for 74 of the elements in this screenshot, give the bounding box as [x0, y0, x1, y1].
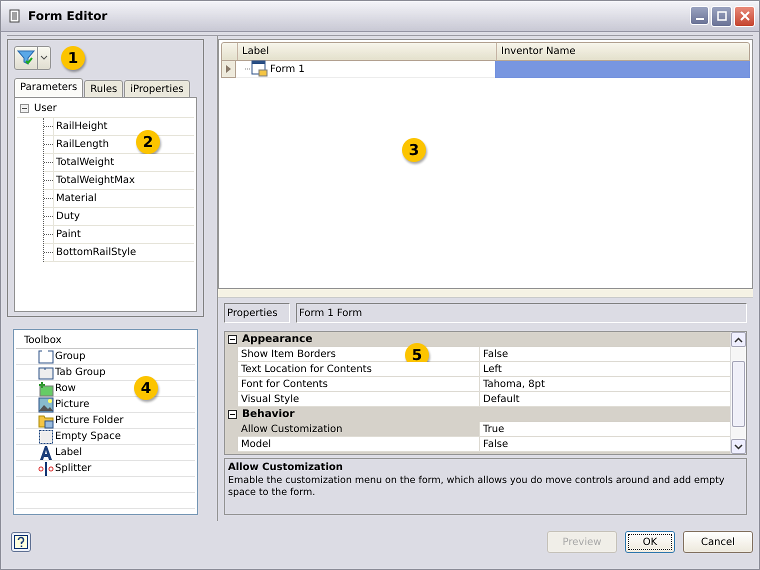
- toolbox-item[interactable]: Group: [54, 351, 86, 362]
- close-button[interactable]: [734, 6, 755, 26]
- tree-item[interactable]: BottomRailStyle: [53, 244, 194, 261]
- tab[interactable]: Rules: [84, 80, 124, 97]
- triangle-right-icon: [226, 65, 231, 73]
- callout-marker: 1: [61, 46, 85, 70]
- toolbox-item[interactable]: Row: [54, 383, 76, 394]
- scrollbar[interactable]: [730, 332, 746, 454]
- minimize-icon: [696, 18, 704, 20]
- property-name[interactable]: Font for Contents: [238, 377, 480, 392]
- properties-label: Properties: [224, 303, 290, 323]
- callout-marker: 3: [402, 138, 426, 162]
- form-icon: [245, 60, 269, 78]
- table-cell[interactable]: [495, 61, 750, 78]
- group-icon: [38, 348, 54, 364]
- property-name[interactable]: Model: [238, 437, 480, 452]
- collapse-toggle[interactable]: [17, 104, 31, 113]
- tab[interactable]: Parameters: [14, 78, 84, 97]
- maximize-icon: [716, 11, 726, 21]
- toolbox-item[interactable]: Tab Group: [54, 367, 106, 378]
- expand-state-icon[interactable]: [228, 334, 237, 344]
- description-text: Emable the customization menu on the form, which allows you do move controls around and add empty space to the form.: [228, 475, 726, 500]
- window-title: Form Editor: [28, 9, 108, 23]
- selected-object-field: Form 1 Form: [296, 303, 747, 323]
- dialog-button[interactable]: Cancel: [683, 531, 753, 553]
- property-name[interactable]: Allow Customization: [238, 422, 480, 437]
- tree-item[interactable]: RailHeight: [53, 118, 194, 135]
- toolbox-item[interactable]: Picture Folder: [54, 415, 124, 426]
- picture-folder-icon: [38, 412, 54, 428]
- minimize-button[interactable]: [690, 6, 709, 24]
- close-icon: [740, 11, 750, 21]
- tab[interactable]: iProperties: [124, 80, 190, 97]
- chevron-down-icon: [734, 444, 743, 450]
- row-icon: [38, 380, 54, 396]
- help-button[interactable]: [11, 532, 31, 552]
- splitter-icon: [38, 460, 54, 476]
- maximize-button[interactable]: [711, 6, 732, 26]
- row-selector[interactable]: [221, 61, 236, 78]
- expand-state-icon: [20, 104, 28, 113]
- property-value[interactable]: Tahoma, 8pt: [480, 377, 730, 392]
- column-header: Toolbox: [16, 332, 195, 349]
- dropdown-button[interactable]: [38, 46, 51, 70]
- toolbox-item[interactable]: Splitter: [54, 463, 92, 474]
- callout-marker: 4: [134, 376, 158, 400]
- property-value[interactable]: False: [480, 347, 730, 362]
- property-name[interactable]: Text Location for Contents: [238, 362, 480, 377]
- question-mark-icon: [14, 535, 28, 549]
- expand-state-icon[interactable]: [228, 410, 237, 418]
- picture-icon: [38, 396, 54, 412]
- property-name[interactable]: Visual Style: [238, 392, 480, 407]
- letter-a-icon: [38, 444, 54, 460]
- tree-item[interactable]: TotalWeight: [53, 154, 194, 171]
- tree-item[interactable]: Duty: [53, 208, 194, 225]
- toolbox-item[interactable]: Empty Space: [54, 431, 121, 442]
- description-title: Allow Customization: [228, 462, 344, 473]
- chevron-down-icon: [40, 55, 48, 61]
- property-value[interactable]: True: [480, 422, 730, 437]
- property-value[interactable]: False: [480, 437, 730, 452]
- tree-item[interactable]: User: [31, 103, 57, 114]
- toolbox-item[interactable]: Label: [54, 447, 82, 458]
- chevron-up-icon: [734, 336, 743, 342]
- tree-item[interactable]: Paint: [53, 226, 194, 243]
- tree-item[interactable]: Material: [53, 190, 194, 207]
- tree-item[interactable]: TotalWeightMax: [53, 172, 194, 189]
- dialog-button[interactable]: OK: [625, 531, 675, 553]
- category-header[interactable]: Behavior: [242, 408, 295, 420]
- funnel-icon: [17, 50, 35, 66]
- filter-button[interactable]: [14, 46, 38, 70]
- property-value[interactable]: Left: [480, 362, 730, 377]
- table-cell[interactable]: Form 1: [269, 64, 305, 74]
- category-header[interactable]: Appearance: [242, 333, 312, 345]
- column-header: Inventor Name: [500, 45, 577, 59]
- property-value[interactable]: Default: [480, 392, 730, 407]
- toolbox-item[interactable]: Picture: [54, 399, 90, 410]
